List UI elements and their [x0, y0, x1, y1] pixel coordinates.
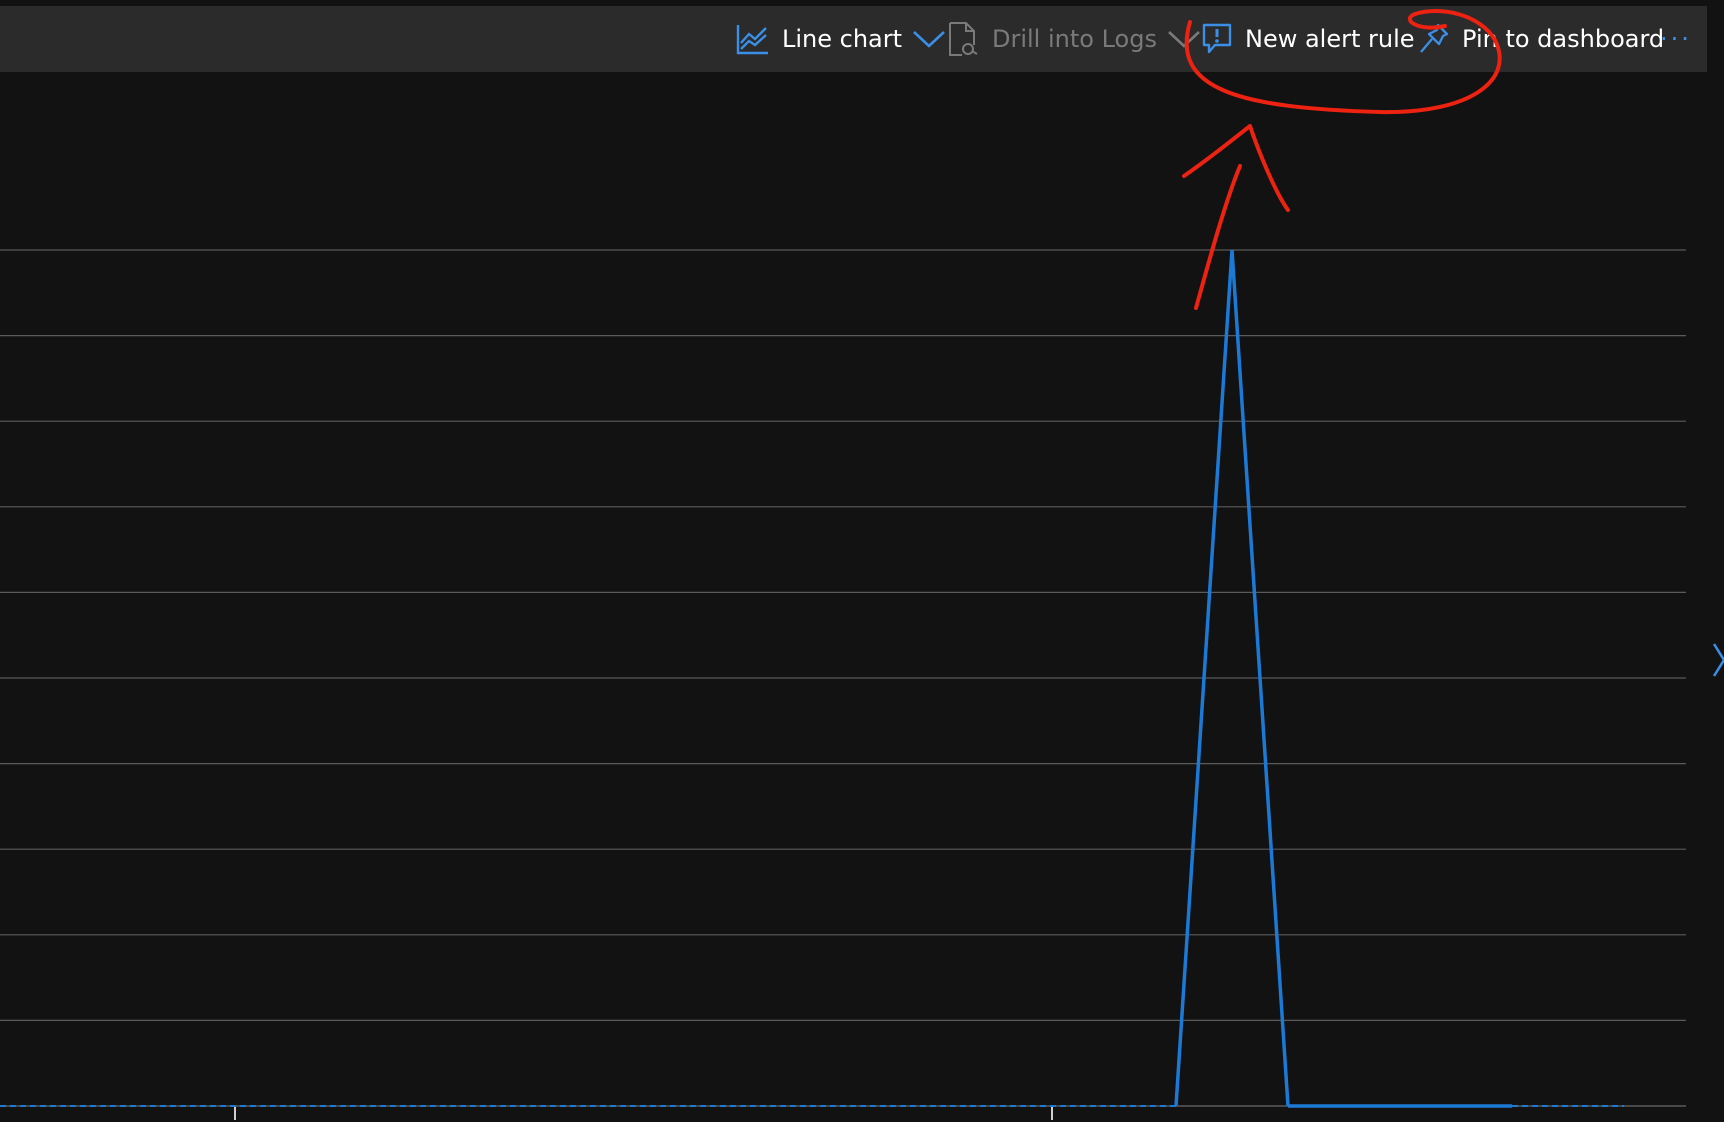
- line-chart-icon: [736, 23, 770, 55]
- drill-into-logs-label: Drill into Logs: [992, 25, 1157, 53]
- series-layer: [0, 249, 1624, 1108]
- new-alert-rule-label: New alert rule: [1245, 25, 1415, 53]
- annotation-arrow: [1194, 164, 1242, 310]
- x-axis: [234, 1106, 1053, 1120]
- annotation-arrowhead: [1182, 124, 1290, 212]
- gridlines: [0, 249, 1686, 1107]
- more-dots-icon[interactable]: ···: [1656, 6, 1696, 72]
- chart-type-dropdown[interactable]: Line chart: [736, 6, 946, 72]
- pin-icon: [1418, 22, 1450, 56]
- drill-into-logs-dropdown[interactable]: Drill into Logs: [946, 6, 1201, 72]
- chart-toolbar: Line chart Drill into Logs New alert rul…: [0, 6, 1707, 72]
- pin-to-dashboard-button[interactable]: Pin to dashboard: [1418, 6, 1664, 72]
- line-chart: [0, 9, 1686, 1120]
- drill-logs-icon: [946, 21, 980, 57]
- chart-type-label: Line chart: [782, 25, 903, 53]
- alert-icon: [1201, 22, 1233, 56]
- series-line-peak: [1174, 249, 1290, 1107]
- chevron-down-icon: [1167, 29, 1201, 49]
- pin-to-dashboard-label: Pin to dashboard: [1462, 25, 1665, 53]
- new-alert-rule-button[interactable]: New alert rule: [1201, 6, 1415, 72]
- chevron-down-icon: [912, 29, 946, 49]
- chevron-right-icon[interactable]: [1712, 640, 1724, 680]
